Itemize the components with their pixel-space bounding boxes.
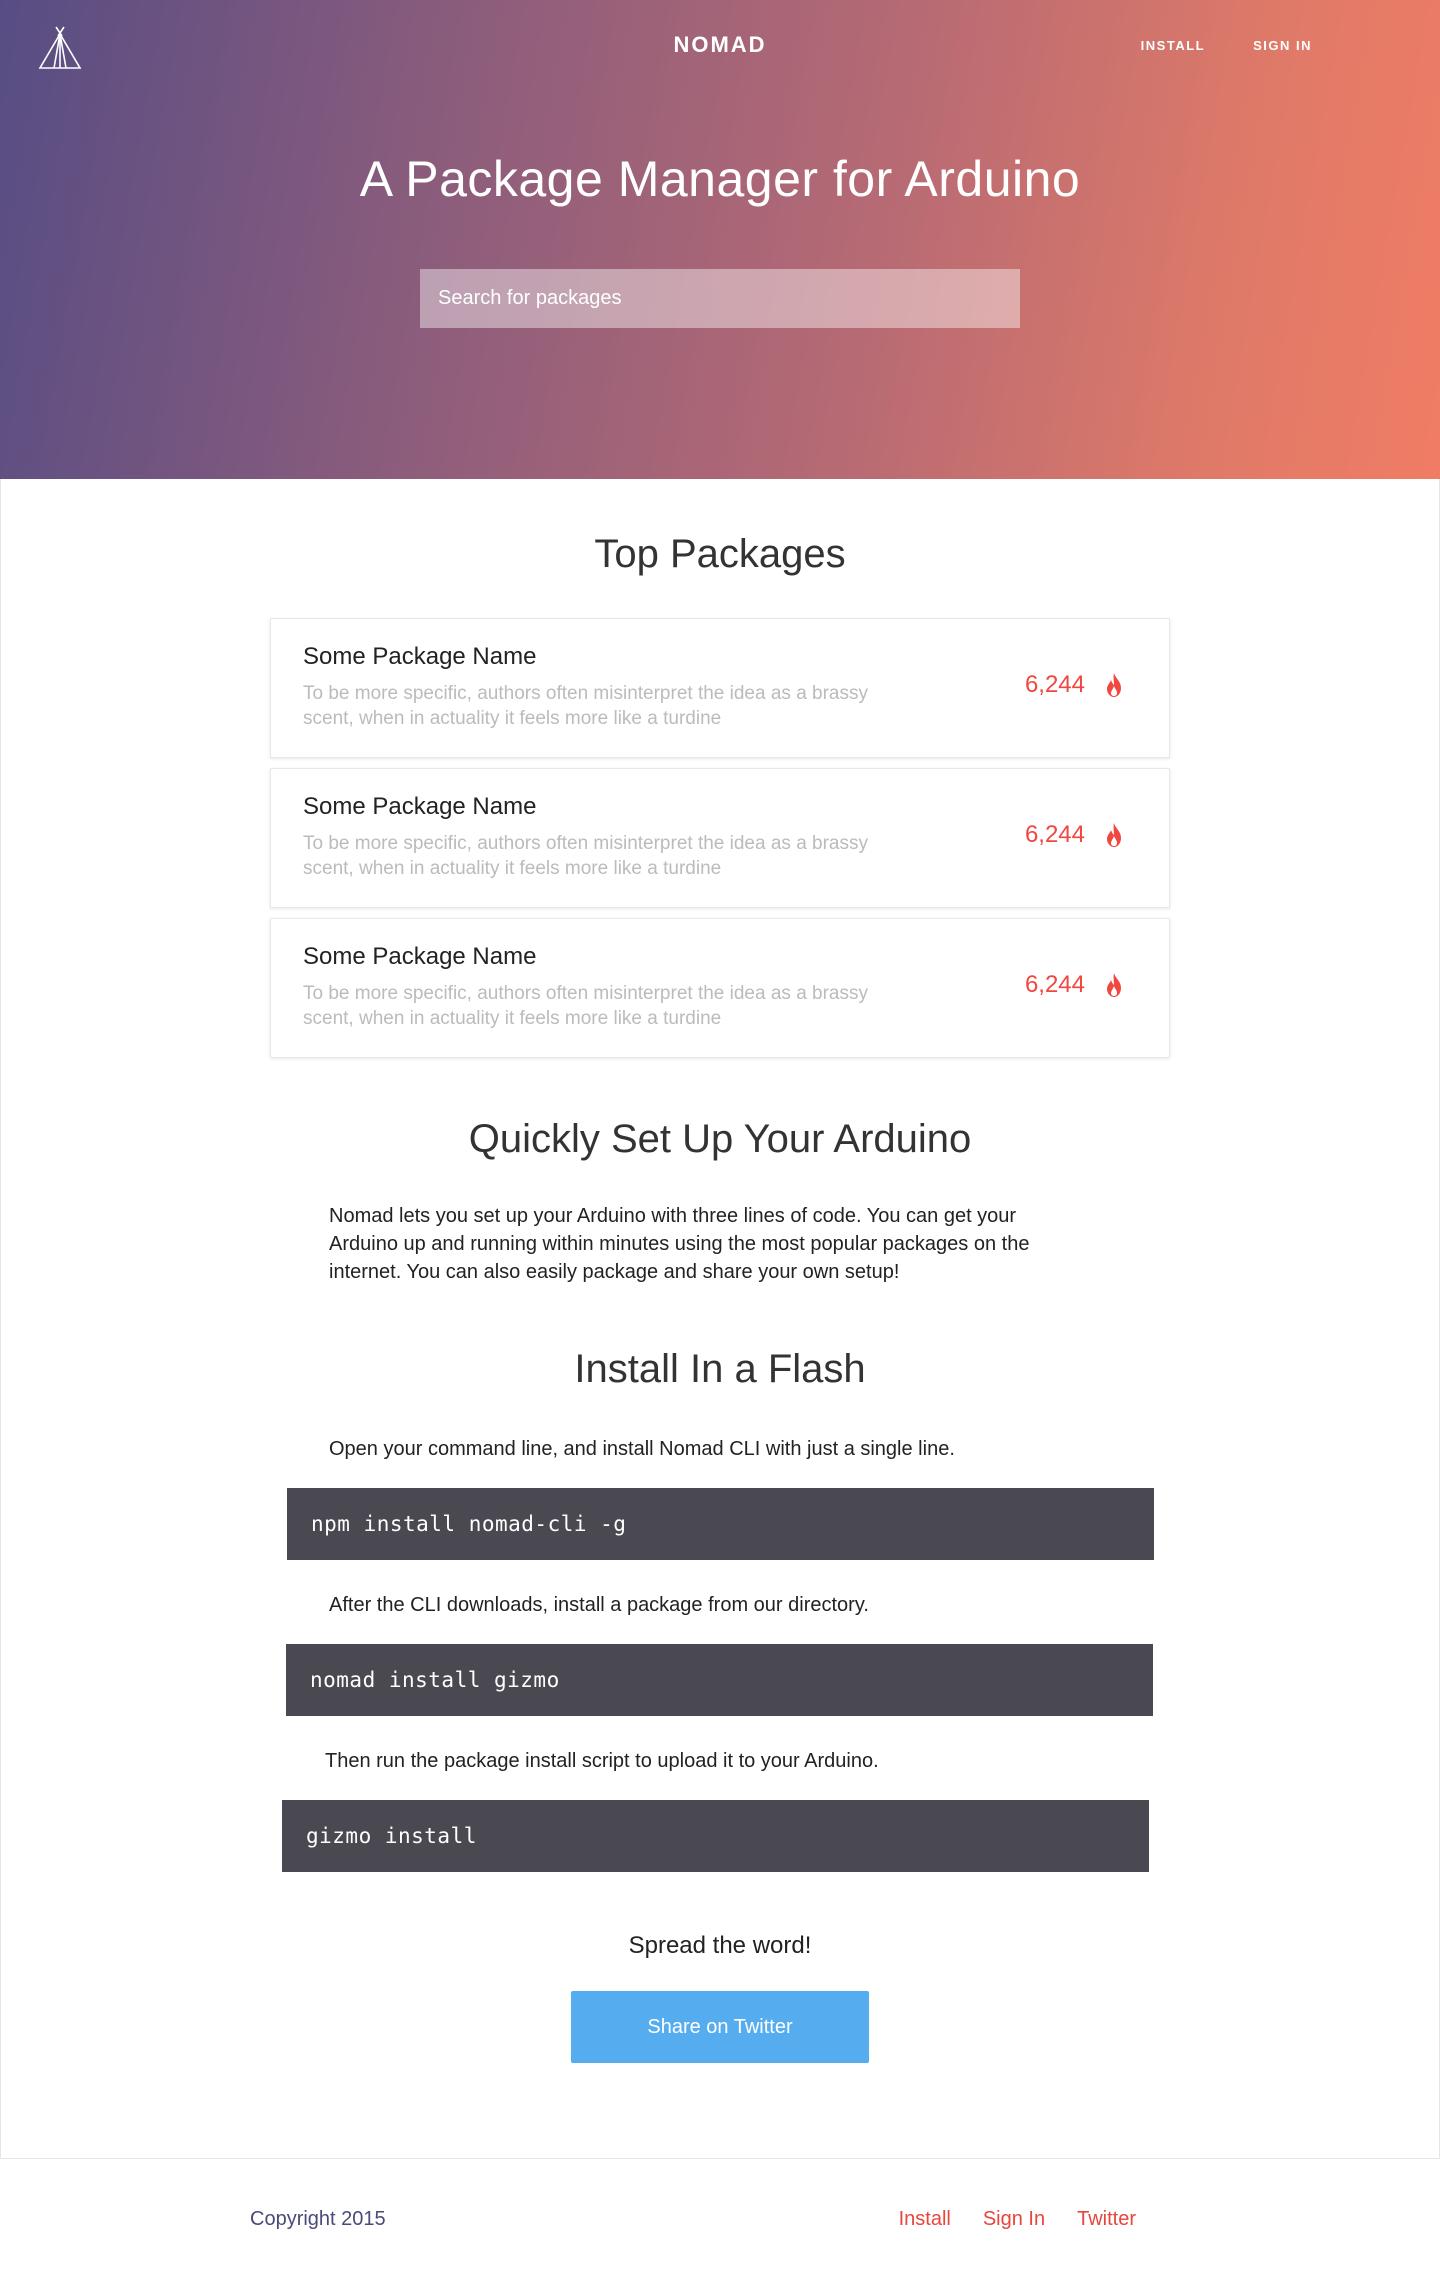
share-on-twitter-button[interactable]: Share on Twitter <box>571 1991 869 2063</box>
code-block-gizmo-install[interactable]: gizmo install <box>282 1800 1149 1872</box>
package-count: 6,244 <box>1024 821 1085 848</box>
footer-install-link[interactable]: Install <box>899 2208 951 2231</box>
setup-title: Quickly Set Up Your Arduino <box>468 1117 972 1161</box>
nav-install-link[interactable]: INSTALL <box>1141 38 1205 53</box>
package-count: 6,244 <box>1024 971 1085 998</box>
setup-description: Nomad lets you set up your Arduino with … <box>329 1205 1030 1283</box>
install-step-3: Then run the package install script to u… <box>325 1750 879 1772</box>
top-packages-title: Top Packages <box>594 532 846 576</box>
spread-the-word-label: Spread the word! <box>628 1932 812 1959</box>
package-card[interactable]: Some Package Name To be more specific, a… <box>270 918 1170 1058</box>
install-step-2: After the CLI downloads, install a packa… <box>329 1594 869 1616</box>
search-input[interactable] <box>420 269 1020 328</box>
package-name[interactable]: Some Package Name <box>303 943 536 971</box>
footer-twitter-link[interactable]: Twitter <box>1077 2208 1136 2231</box>
package-description: To be more specific, authors often misin… <box>303 683 868 729</box>
flame-icon <box>1107 673 1121 697</box>
code-block-nomad-install[interactable]: nomad install gizmo <box>286 1644 1153 1716</box>
nav-sign-in-link[interactable]: SIGN IN <box>1253 38 1312 53</box>
package-list: Some Package Name To be more specific, a… <box>270 618 1170 1068</box>
top-nav: INSTALL SIGN IN <box>1141 38 1312 53</box>
install-step-1: Open your command line, and install Noma… <box>329 1438 955 1460</box>
package-count: 6,244 <box>1024 671 1085 698</box>
footer-sign-in-link[interactable]: Sign In <box>983 2208 1045 2231</box>
footer-links: Install Sign In Twitter <box>899 2208 1136 2231</box>
package-description: To be more specific, authors often misin… <box>303 983 868 1029</box>
flame-icon <box>1107 973 1121 997</box>
package-name[interactable]: Some Package Name <box>303 793 536 821</box>
flame-icon <box>1107 823 1121 847</box>
install-title: Install In a Flash <box>574 1347 866 1391</box>
copyright-text: Copyright 2015 <box>250 2208 386 2230</box>
package-name[interactable]: Some Package Name <box>303 643 536 671</box>
package-card[interactable]: Some Package Name To be more specific, a… <box>270 768 1170 908</box>
hero-title: A Package Manager for Arduino <box>359 151 1081 207</box>
hero-header: NOMAD INSTALL SIGN IN A Package Manager … <box>0 0 1440 479</box>
code-block-npm-install[interactable]: npm install nomad-cli -g <box>287 1488 1154 1560</box>
package-description: To be more specific, authors often misin… <box>303 833 868 879</box>
package-card[interactable]: Some Package Name To be more specific, a… <box>270 618 1170 758</box>
